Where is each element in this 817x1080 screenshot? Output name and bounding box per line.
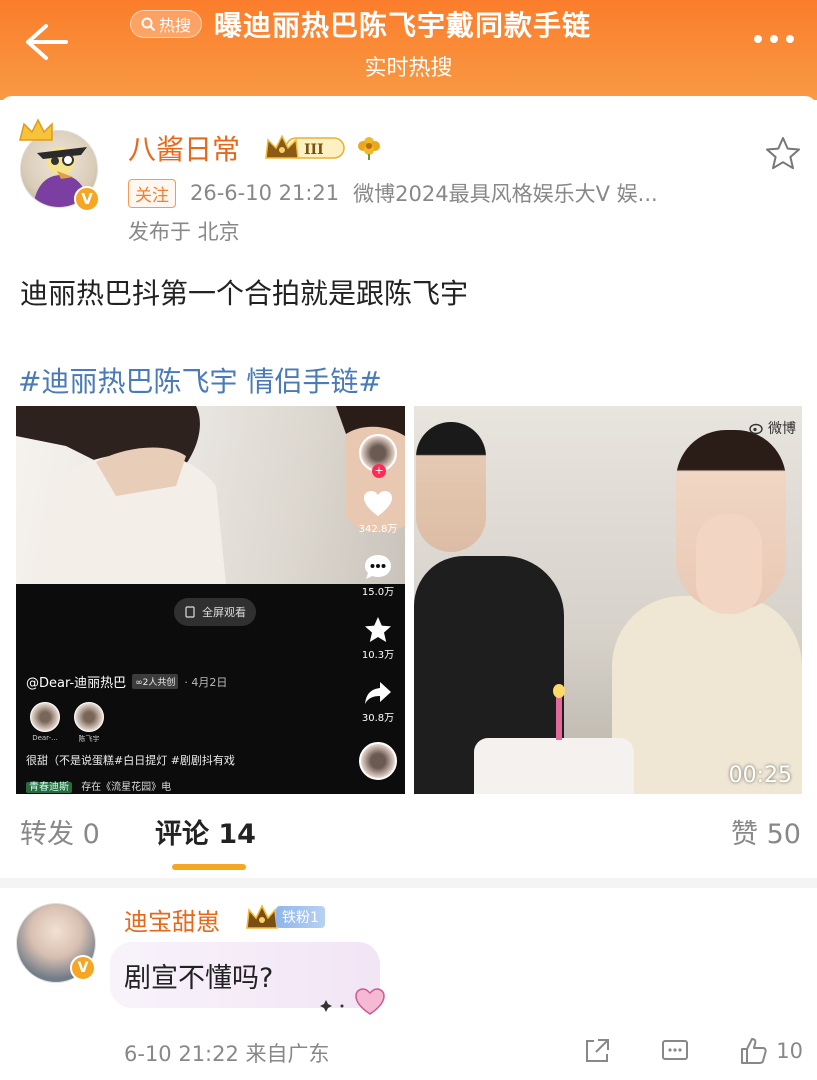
page-title: 曝迪丽热巴陈飞宇戴同款手链 <box>214 9 592 42</box>
comment-like-count: 10 <box>776 1039 803 1063</box>
svg-text:III: III <box>304 142 324 158</box>
co-creator-2-label: 陈飞宇 <box>78 735 100 743</box>
video-date: · 4月2日 <box>184 675 228 689</box>
weibo-logo-icon <box>749 423 763 435</box>
music-disc-icon <box>359 742 397 780</box>
co-creator-1: Dear-... <box>30 702 60 744</box>
heart-sparkle-decoration-icon <box>320 988 385 1015</box>
comments-action: 15.0万 <box>362 553 394 598</box>
hot-search-badge: 热搜 <box>130 10 203 38</box>
commenter-verified-icon: V <box>70 955 96 981</box>
video-description: 很甜（不是说蛋糕#白日提灯 #剧剧抖有戏 <box>26 754 235 767</box>
video-person-left-head <box>416 422 486 552</box>
star-outline-icon <box>766 137 800 170</box>
more-button[interactable] <box>749 24 799 54</box>
post-source: 微博2024最具风格娱乐大V 娱... <box>353 182 658 206</box>
favorites-action: 10.3万 <box>362 616 394 661</box>
douyin-side-actions: + 342.8万 15.0万 10.3万 30.8万 <box>355 434 401 780</box>
video-duration: 00:25 <box>728 763 792 788</box>
media-video-right[interactable]: 微博 00:25 <box>414 406 802 794</box>
comment-meta: 6-10 21:22 来自广东 <box>124 1042 330 1066</box>
video-hands <box>696 514 762 614</box>
video-author-name: @Dear-迪丽热巴 <box>26 676 127 691</box>
creator-avatar: + <box>359 434 397 478</box>
follow-tag[interactable]: 关注 <box>128 178 176 208</box>
fullscreen-icon <box>185 606 195 618</box>
post-meta-row: 关注 26-6-10 21:21 微博2024最具风格娱乐大V 娱... <box>128 178 658 208</box>
crown-decoration-icon <box>19 118 53 141</box>
commenter-crown-icon <box>246 904 278 929</box>
post-text: 迪丽热巴抖第一个合拍就是跟陈飞宇 <box>20 277 469 310</box>
shares-action: 30.8万 <box>362 679 394 724</box>
top-header: 热搜 曝迪丽热巴陈飞宇戴同款手链 实时热搜 <box>0 0 817 100</box>
star-filled-icon <box>364 617 391 642</box>
favorites-count: 10.3万 <box>361 650 395 661</box>
favorite-star-button[interactable] <box>763 134 803 174</box>
likes-count: 342.8万 <box>358 524 398 535</box>
comments-count: 15.0万 <box>361 587 395 598</box>
fullscreen-button[interactable]: 全屏观看 <box>174 598 256 626</box>
card-top-edge <box>0 96 817 110</box>
video-candle <box>556 696 562 740</box>
vip-crown-badge-icon[interactable]: III <box>264 134 350 162</box>
reply-comment-icon[interactable] <box>660 1036 690 1066</box>
heart-icon <box>363 491 392 516</box>
plus-icon: + <box>372 464 386 478</box>
video-author-row: @Dear-迪丽热巴 ∞2人共创 · 4月2日 <box>26 672 227 691</box>
author-name[interactable]: 八酱日常 <box>128 128 240 168</box>
thumbs-up-icon <box>741 1038 767 1064</box>
comment-like-button[interactable]: 10 <box>738 1036 803 1066</box>
likes-action: 342.8万 <box>358 490 398 535</box>
music-disc <box>359 742 397 780</box>
author-avatar-wrap[interactable]: V <box>16 116 102 212</box>
video-candle-flame <box>553 684 565 698</box>
page-subtitle: 实时热搜 <box>364 56 453 81</box>
co-creator-1-label: Dear-... <box>32 734 58 742</box>
co-create-tag: ∞2人共创 <box>132 674 179 689</box>
video-cake <box>474 738 634 794</box>
music-text: 存在《流星花园》电 <box>81 782 172 793</box>
comment-actions: 10 <box>582 1036 803 1066</box>
tab-repost[interactable]: 转发 0 <box>20 812 100 851</box>
co-creator-2-avatar <box>74 702 104 732</box>
media-image-left[interactable]: 全屏观看 + 342.8万 15.0万 10.3万 30.8万 @Dear-迪丽… <box>16 406 405 794</box>
hot-search-title-row[interactable]: 热搜 曝迪丽热巴陈飞宇戴同款手链 <box>130 4 591 44</box>
share-arrow-icon <box>364 682 391 704</box>
co-creator-1-avatar <box>30 702 60 732</box>
post-hashtag-link[interactable]: #迪丽热巴陈飞宇 情侣手链# <box>18 360 382 400</box>
weibo-watermark: 微博 <box>749 418 796 438</box>
tab-like[interactable]: 赞 50 <box>731 812 801 851</box>
video-frame-thumbnail <box>16 406 405 584</box>
commenter-name[interactable]: 迪宝甜崽 <box>124 902 220 937</box>
video-music-row: 青春迪斯 存在《流星花园》电 <box>26 778 171 793</box>
tab-comment[interactable]: 评论 14 <box>155 812 256 851</box>
co-creator-2: 陈飞宇 <box>74 702 104 744</box>
share-icon[interactable] <box>582 1036 612 1066</box>
couple-photo-illustration <box>16 406 405 584</box>
verified-badge-icon: V <box>74 186 100 212</box>
comment-text: 剧宣不懂吗? <box>124 963 274 994</box>
fullscreen-label: 全屏观看 <box>202 606 246 619</box>
music-tag: 青春迪斯 <box>26 782 72 793</box>
more-dots-icon <box>754 35 794 43</box>
co-creator-avatars: Dear-... 陈飞宇 <box>30 702 104 744</box>
shares-count: 30.8万 <box>361 713 395 724</box>
post-location: 发布于 北京 <box>128 220 240 244</box>
search-icon <box>141 17 155 31</box>
active-tab-indicator <box>172 864 246 870</box>
post-time: 26-6-10 21:21 <box>190 181 340 205</box>
fan-level-badge: 铁粉1 <box>276 906 325 928</box>
comment-bubble-icon <box>364 555 391 579</box>
hot-search-label: 热搜 <box>159 16 192 35</box>
flower-badge-icon <box>358 137 380 160</box>
weibo-watermark-text: 微博 <box>768 421 796 437</box>
section-divider <box>0 878 817 888</box>
